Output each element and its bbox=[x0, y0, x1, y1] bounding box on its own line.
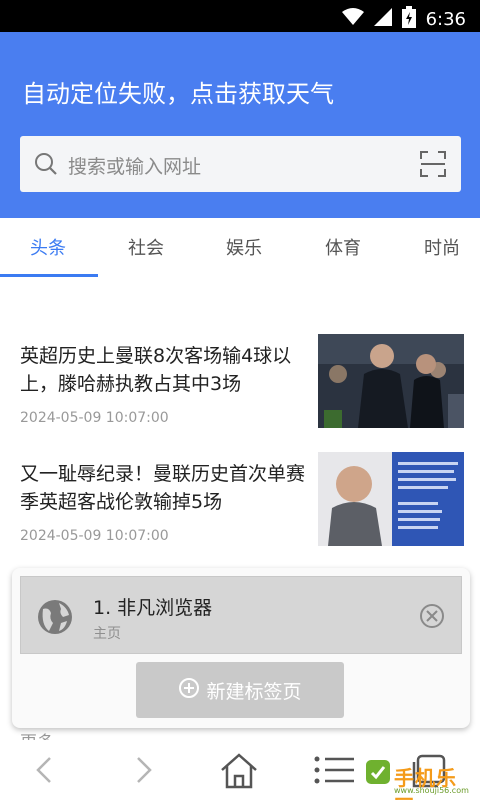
tab-entertainment[interactable]: 娱乐 bbox=[226, 234, 262, 260]
wifi-icon bbox=[341, 8, 364, 31]
battery-icon bbox=[401, 6, 416, 33]
news-thumbnail bbox=[318, 334, 464, 428]
home-icon[interactable] bbox=[218, 752, 260, 795]
search-bar[interactable]: 搜索或输入网址 bbox=[20, 136, 461, 192]
news-title: 英超历史上曼联8次客场输4球以上，滕哈赫执教占其中3场 bbox=[20, 345, 292, 395]
tab-sports[interactable]: 体育 bbox=[325, 234, 361, 260]
close-tab-icon[interactable] bbox=[419, 603, 445, 634]
scan-icon[interactable] bbox=[419, 150, 447, 183]
news-title: 又一耻辱纪录！曼联历史首次单赛季英超客战伦敦输掉5场 bbox=[20, 463, 306, 513]
watermark-logo: 手机乐园 www.shouji56.com bbox=[364, 748, 476, 800]
category-tabs: 头条 社会 娱乐 体育 时尚 bbox=[0, 218, 480, 278]
bottom-navigation: 手机乐园 www.shouji56.com bbox=[0, 740, 480, 800]
header: 自动定位失败，点击获取天气 搜索或输入网址 bbox=[0, 32, 480, 218]
tab-headlines[interactable]: 头条 bbox=[30, 234, 66, 260]
tab-entry-title: 1. 非凡浏览器 bbox=[93, 597, 213, 619]
watermark-badge-icon bbox=[364, 758, 392, 791]
plus-circle-icon bbox=[178, 677, 200, 704]
news-time: 2024-05-09 10:07:00 bbox=[20, 410, 169, 426]
watermark-url: www.shouji56.com bbox=[394, 786, 469, 795]
tab-entry-subtitle: 主页 bbox=[93, 626, 121, 642]
status-bar: 6:36 bbox=[0, 0, 480, 32]
new-tab-label: 新建标签页 bbox=[206, 680, 302, 703]
open-tab-entry[interactable]: 1. 非凡浏览器 主页 bbox=[20, 576, 462, 654]
back-icon[interactable] bbox=[30, 752, 60, 793]
signal-icon bbox=[373, 8, 392, 31]
tab-switcher-panel: 1. 非凡浏览器 主页 新建标签页 bbox=[12, 568, 470, 728]
globe-icon bbox=[37, 599, 73, 640]
status-time: 6:36 bbox=[425, 9, 466, 30]
news-item[interactable]: 英超历史上曼联8次客场输4球以上，滕哈赫执教占其中3场 2024-05-09 1… bbox=[0, 326, 480, 436]
new-tab-button[interactable]: 新建标签页 bbox=[136, 662, 344, 718]
weather-prompt[interactable]: 自动定位失败，点击获取天气 bbox=[22, 74, 334, 109]
news-thumbnail bbox=[318, 452, 464, 546]
tab-society[interactable]: 社会 bbox=[128, 234, 164, 260]
menu-icon[interactable] bbox=[312, 752, 356, 793]
search-icon bbox=[34, 152, 58, 181]
status-icons: 6:36 bbox=[341, 6, 466, 33]
news-item[interactable]: 又一耻辱纪录！曼联历史首次单赛季英超客战伦敦输掉5场 2024-05-09 10… bbox=[0, 444, 480, 554]
tab-fashion[interactable]: 时尚 bbox=[424, 234, 460, 260]
active-tab-indicator bbox=[0, 274, 98, 277]
search-input[interactable]: 搜索或输入网址 bbox=[68, 152, 201, 179]
news-time: 2024-05-09 10:07:00 bbox=[20, 528, 169, 544]
forward-icon[interactable] bbox=[128, 752, 158, 793]
